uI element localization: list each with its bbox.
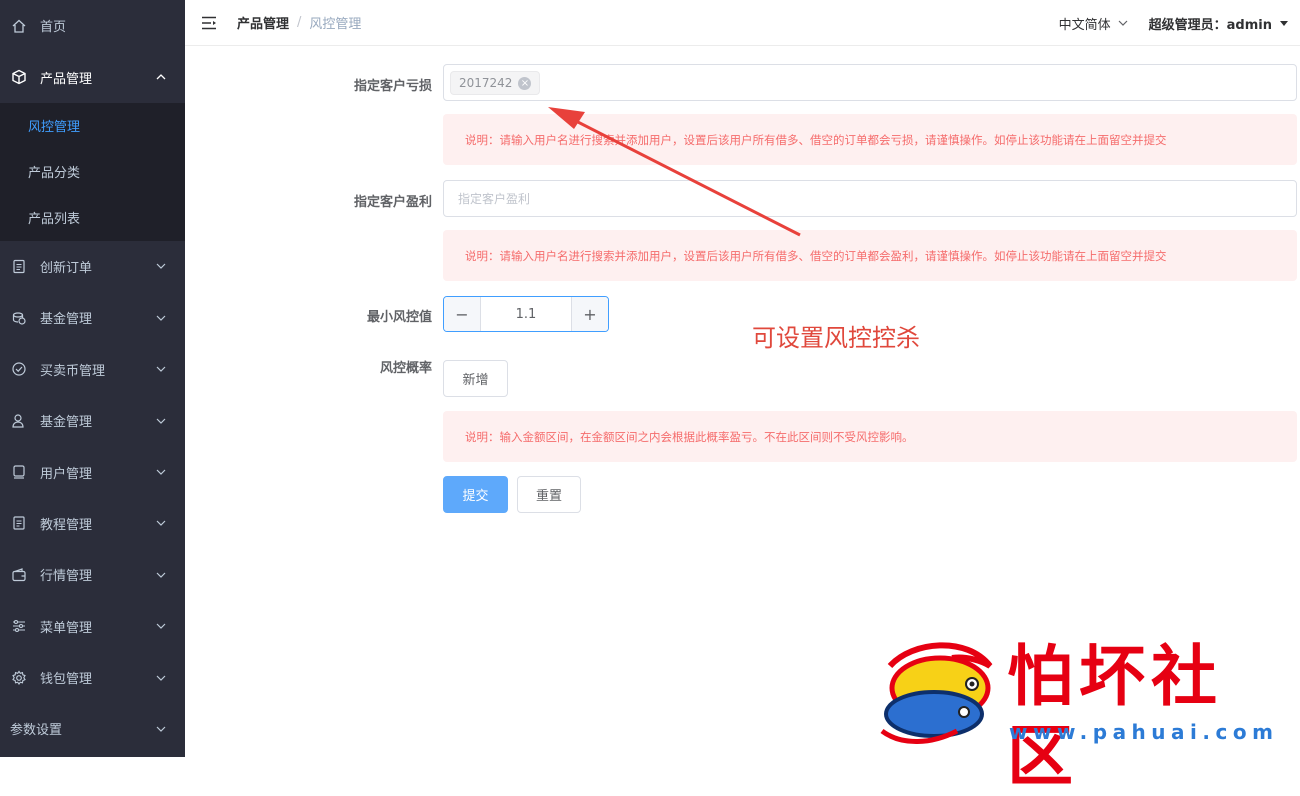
close-icon[interactable]: × <box>518 77 531 90</box>
sidebar-item-label: 创新订单 <box>40 257 92 276</box>
clipboard-icon <box>10 257 28 275</box>
sidebar: 首页 产品管理 风控管理 产品分类 产品列表 创新订单 基金管理 买卖币管理 基… <box>0 0 185 757</box>
sidebar-item-label: 基金管理 <box>40 308 92 327</box>
sliders-icon <box>10 617 28 635</box>
sidebar-item-users[interactable]: 用户管理 <box>0 446 185 497</box>
sidebar-item-label: 教程管理 <box>40 514 92 533</box>
sidebar-item-label: 钱包管理 <box>40 668 92 687</box>
sidebar-item-label: 产品管理 <box>40 68 92 87</box>
probability-note: 说明：输入金额区间，在金额区间之内会根据此概率盈亏。不在此区间则不受风控影响。 <box>443 411 1297 462</box>
chevron-down-icon <box>155 517 167 529</box>
loss-user-select[interactable]: 2017242 × <box>443 64 1297 101</box>
sidebar-item-home[interactable]: 首页 <box>0 0 185 51</box>
submit-button[interactable]: 提交 <box>443 476 508 513</box>
user-tag: 2017242 × <box>450 71 540 95</box>
sidebar-item-orders[interactable]: 创新订单 <box>0 241 185 292</box>
chevron-down-icon <box>155 260 167 272</box>
profit-input[interactable] <box>444 181 1296 216</box>
sidebar-item-label: 行情管理 <box>40 565 92 584</box>
watermark-url: www.pahuai.com <box>1009 720 1278 744</box>
language-label: 中文简体 <box>1059 14 1111 33</box>
user-name: 超级管理员：admin <box>1149 14 1272 33</box>
chevron-down-icon <box>155 620 167 632</box>
chevron-down-icon <box>155 312 167 324</box>
breadcrumb-current: 风控管理 <box>309 13 361 32</box>
profit-label: 指定客户盈利 <box>185 191 432 210</box>
sidebar-item-fund[interactable]: 基金管理 <box>0 292 185 343</box>
document-icon <box>10 514 28 532</box>
chevron-down-icon <box>155 466 167 478</box>
annotation-text: 可设置风控控杀 <box>752 318 920 353</box>
sidebar-item-market[interactable]: 行情管理 <box>0 549 185 600</box>
sidebar-item-label: 菜单管理 <box>40 617 92 636</box>
min-risk-label: 最小风控值 <box>185 306 432 325</box>
sidebar-subitem-risk[interactable]: 风控管理 <box>0 103 185 149</box>
watermark-title: 怕坏社区 <box>1007 636 1292 796</box>
min-risk-stepper: − 1.1 + <box>443 296 609 332</box>
loss-label: 指定客户亏损 <box>185 75 432 94</box>
decrement-button[interactable]: − <box>444 297 481 331</box>
sidebar-item-label: 买卖币管理 <box>40 360 105 379</box>
chevron-down-icon <box>155 415 167 427</box>
sidebar-item-wallet[interactable]: 钱包管理 <box>0 652 185 703</box>
chevron-down-icon <box>155 569 167 581</box>
header-right: 中文简体 超级管理员：admin <box>1059 0 1290 46</box>
user-tag-label: 2017242 <box>459 76 512 90</box>
language-select[interactable]: 中文简体 <box>1059 14 1129 33</box>
gear-icon <box>10 669 28 687</box>
probability-label: 风控概率 <box>185 357 432 376</box>
loss-note: 说明：请输入用户名进行搜索并添加用户，设置后该用户所有借多、借空的订单都会亏损，… <box>443 114 1297 165</box>
fish-logo-icon <box>872 636 997 746</box>
check-circle-icon <box>10 360 28 378</box>
caret-down-icon <box>1278 17 1290 29</box>
increment-button[interactable]: + <box>571 297 608 331</box>
watermark: 怕坏社区 www.pahuai.com <box>872 636 1292 748</box>
breadcrumb-item[interactable]: 产品管理 <box>237 13 289 32</box>
profit-note: 说明：请输入用户名进行搜索并添加用户，设置后该用户所有借多、借空的订单都会盈利，… <box>443 230 1297 281</box>
chevron-down-icon <box>155 723 167 735</box>
home-icon <box>10 17 28 35</box>
chevron-down-icon <box>155 672 167 684</box>
chevron-up-icon <box>155 71 167 83</box>
cube-icon <box>10 68 28 86</box>
sidebar-submenu: 风控管理 产品分类 产品列表 <box>0 103 185 241</box>
sidebar-subitem-list[interactable]: 产品列表 <box>0 195 185 241</box>
sidebar-item-coin-trade[interactable]: 买卖币管理 <box>0 344 185 395</box>
sidebar-item-label: 参数设置 <box>10 719 62 738</box>
min-risk-value[interactable]: 1.1 <box>481 297 571 331</box>
top-header: 产品管理 / 风控管理 中文简体 超级管理员：admin <box>185 0 1300 46</box>
breadcrumb-separator: / <box>297 15 301 30</box>
sidebar-item-label: 基金管理 <box>40 411 92 430</box>
user-menu[interactable]: 超级管理员：admin <box>1149 14 1290 33</box>
sidebar-item-label: 首页 <box>40 16 66 35</box>
sidebar-item-label: 用户管理 <box>40 463 92 482</box>
sidebar-item-products[interactable]: 产品管理 <box>0 51 185 102</box>
user-icon <box>10 412 28 430</box>
sidebar-item-tutorials[interactable]: 教程管理 <box>0 498 185 549</box>
coins-icon <box>10 309 28 327</box>
chevron-down-icon <box>155 363 167 375</box>
hamburger-icon[interactable] <box>201 16 217 30</box>
sidebar-item-fund-2[interactable]: 基金管理 <box>0 395 185 446</box>
add-button[interactable]: 新增 <box>443 360 508 397</box>
user-card-icon <box>10 463 28 481</box>
breadcrumb: 产品管理 / 风控管理 <box>237 13 361 32</box>
sidebar-item-menus[interactable]: 菜单管理 <box>0 601 185 652</box>
wallet-icon <box>10 566 28 584</box>
sidebar-subitem-category[interactable]: 产品分类 <box>0 149 185 195</box>
sidebar-item-settings[interactable]: 参数设置 <box>0 703 185 754</box>
reset-button[interactable]: 重置 <box>517 476 581 513</box>
chevron-down-icon <box>1117 17 1129 29</box>
profit-user-select <box>443 180 1297 217</box>
